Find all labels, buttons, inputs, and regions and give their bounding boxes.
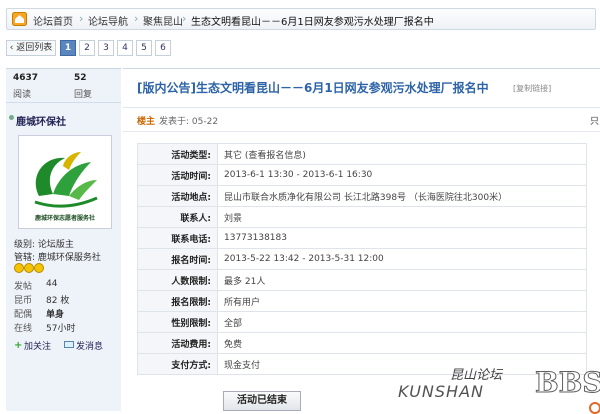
medal-icon — [14, 263, 44, 273]
watermark-en: KUNSHAN — [398, 382, 484, 401]
copy-link-button[interactable]: [复制链接] — [513, 83, 551, 94]
replies-label: 回复 — [74, 90, 93, 100]
message-link[interactable]: 发消息 — [76, 339, 103, 352]
info-key: 活动类型: — [137, 143, 218, 165]
activity-info-table: 活动类型: 其它 (查看报名信息) 活动时间: 2013-6-1 13:30 - 20… — [137, 143, 587, 375]
info-value: 所有用户 — [217, 290, 587, 312]
info-row: 联系电话: 13773138183 — [137, 227, 587, 249]
breadcrumb: 论坛首页 › 论坛导航 › 聚焦昆山 › 生态文明看昆山－－6月1日网友参观污水… — [6, 8, 596, 30]
info-value: 全部 — [217, 311, 587, 333]
thread-title: [版内公告]生态文明看昆山－－6月1日网友参观污水处理厂报名中 — [137, 81, 489, 95]
home-icon[interactable] — [12, 12, 27, 26]
online-status-icon — [9, 115, 14, 120]
page-2-button[interactable]: 2 — [79, 40, 95, 56]
info-row: 活动地点: 昆山市联合水质净化有限公司 长江北路398号 （长海医院往北300米） — [137, 185, 587, 207]
info-key: 性别限制: — [137, 311, 218, 333]
info-key: 支付方式: — [137, 353, 218, 375]
activity-ended-button[interactable]: 活动已结束 — [223, 391, 301, 411]
username[interactable]: 鹿城环保社 — [16, 113, 66, 128]
info-key: 报名时间: — [137, 248, 218, 270]
page-5-button[interactable]: 5 — [136, 40, 152, 56]
info-value: 2013-5-22 13:42 - 2013-5-31 12:00 — [217, 248, 587, 270]
breadcrumb-kunshan-focus[interactable]: 聚焦昆山 — [143, 13, 183, 28]
user-admin: 管辖: 鹿城环保服务社 — [14, 253, 101, 263]
info-row: 联系人: 刘景 — [137, 206, 587, 228]
coins-count: 82 枚 — [46, 296, 70, 306]
views-label: 阅读 — [13, 90, 32, 100]
info-key: 报名限制: — [137, 290, 218, 312]
breadcrumb-forum-nav[interactable]: 论坛导航 — [88, 13, 128, 28]
info-row: 活动费用: 免费 — [137, 332, 587, 354]
partner-value: 单身 — [46, 310, 65, 320]
avatar-caption: 鹿城环保志愿者服务社 — [34, 215, 95, 222]
page-6-button[interactable]: 6 — [155, 40, 171, 56]
watermark: 昆山论坛 KUNSHAN BBS — [398, 364, 600, 408]
divider — [123, 107, 600, 108]
page-3-button[interactable]: 3 — [98, 40, 114, 56]
info-row: 报名限制: 所有用户 — [137, 290, 587, 312]
only-author-link[interactable]: 只 — [590, 114, 599, 127]
owner-badge: 楼主 — [137, 117, 156, 127]
info-value: 2013-6-1 13:30 - 2013-6-1 16:30 — [217, 164, 587, 186]
page-4-button[interactable]: 4 — [117, 40, 133, 56]
chevron-right-icon: › — [134, 12, 139, 25]
info-row: 人数限制: 最多 21人 — [137, 269, 587, 291]
breadcrumb-bar: 论坛首页 › 论坛导航 › 聚焦昆山 › 生态文明看昆山－－6月1日网友参观污水… — [0, 0, 600, 34]
info-row: 活动类型: 其它 (查看报名信息) — [137, 143, 587, 165]
follow-link[interactable]: 加关注 — [24, 339, 51, 352]
info-row: 活动时间: 2013-6-1 13:30 - 2013-6-1 16:30 — [137, 164, 587, 186]
replies-count: 52 — [74, 73, 87, 83]
info-key: 活动地点: — [137, 185, 218, 207]
info-key: 联系电话: — [137, 227, 218, 249]
partner-label: 配偶 — [14, 310, 33, 320]
info-key: 活动费用: — [137, 332, 218, 354]
page-1-button[interactable]: 1 — [60, 40, 76, 56]
divider — [123, 131, 600, 132]
medal-icons — [14, 263, 44, 276]
watermark-cn: 昆山论坛 — [450, 368, 503, 383]
info-value: 13773138183 — [217, 227, 587, 249]
user-level: 级别: 论坛版主 — [14, 240, 74, 250]
envelope-icon — [64, 341, 74, 348]
breadcrumb-forum-home[interactable]: 论坛首页 — [33, 13, 73, 28]
back-to-list-button[interactable]: ‹ 返回列表 — [6, 40, 56, 56]
chevron-right-icon: › — [79, 12, 84, 25]
online-label: 在线 — [14, 324, 33, 334]
user-sidebar: 4637 阅读 52 回复 鹿城环保社 鹿城环保志愿者服务社 级别: 论坛版主 … — [6, 68, 121, 411]
info-value: 最多 21人 — [217, 269, 587, 291]
online-time: 57小时 — [46, 324, 76, 334]
posts-label: 发帖 — [14, 282, 33, 292]
info-value: 昆山市联合水质净化有限公司 长江北路398号 （长海医院往北300米） — [217, 185, 587, 207]
posts-count: 44 — [46, 279, 58, 289]
info-value: 免费 — [217, 332, 587, 354]
info-value[interactable]: 其它 (查看报名信息) — [217, 143, 587, 165]
plus-icon: + — [14, 340, 23, 351]
watermark-bbs: BBS — [535, 366, 600, 400]
breadcrumb-current: 生态文明看昆山－－6月1日网友参观污水处理厂报名中 — [191, 17, 434, 28]
post-time: 发表于: 05-22 — [159, 117, 219, 127]
chevron-right-icon: › — [182, 12, 187, 25]
info-row: 报名时间: 2013-5-22 13:42 - 2013-5-31 12:00 — [137, 248, 587, 270]
post-body: [版内公告]生态文明看昆山－－6月1日网友参观污水处理厂报名中 [复制链接] 楼… — [123, 68, 600, 414]
info-key: 人数限制: — [137, 269, 218, 291]
info-row: 性别限制: 全部 — [137, 311, 587, 333]
avatar[interactable]: 鹿城环保志愿者服务社 — [18, 135, 112, 229]
info-value: 刘景 — [217, 206, 587, 228]
info-key: 联系人: — [137, 206, 218, 228]
thread-stats: 4637 阅读 52 回复 — [6, 69, 121, 103]
views-count: 4637 — [13, 73, 39, 83]
info-key: 活动时间: — [137, 164, 218, 186]
coins-label: 昆币 — [14, 296, 33, 306]
